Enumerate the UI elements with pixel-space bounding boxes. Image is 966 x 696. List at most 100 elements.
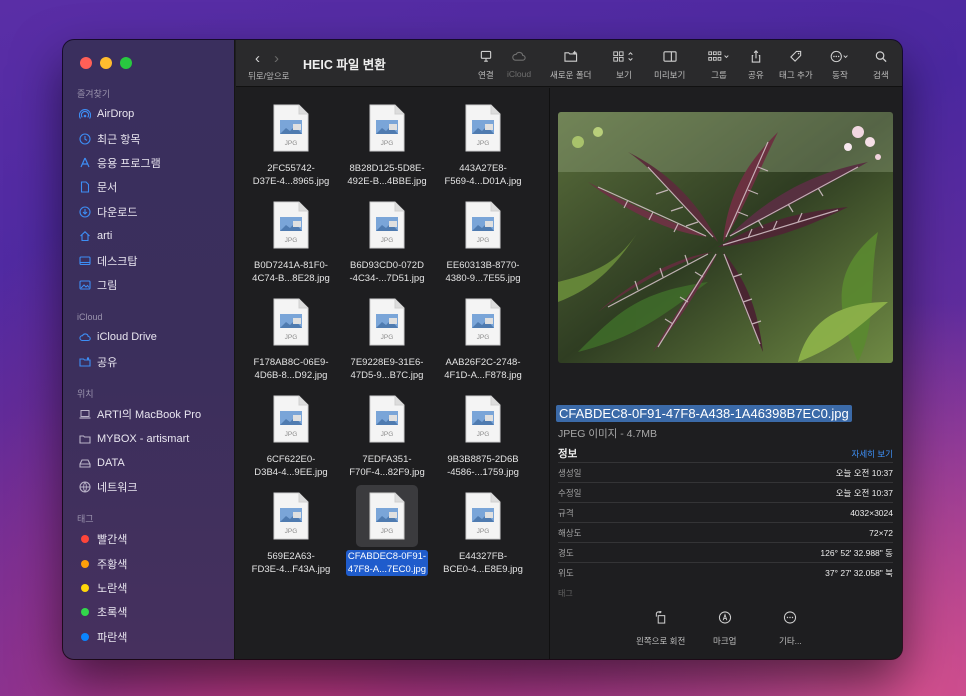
markup-button[interactable]: 마크업 — [713, 611, 736, 647]
file-item[interactable]: JPG EE60313B-8770- 4380-9...7E55.jpg — [435, 194, 531, 285]
network-icon — [79, 481, 91, 493]
info-row-created: 생성일 오늘 오전 10:37 — [558, 462, 893, 482]
back-arrow-icon[interactable]: ‹ — [255, 50, 260, 67]
file-item[interactable]: JPG 7EDFA351- F70F-4...82F9.jpg — [339, 388, 435, 479]
preview-pane-button[interactable]: 미리보기 — [654, 48, 685, 81]
sidebar-item-tag-green[interactable]: 초록색 — [63, 600, 235, 624]
file-name-line2: FD3E-4...F43A.jpg — [251, 564, 331, 575]
file-name: 8B28D125-5D8E- 492E-B...4BBE.jpg — [347, 162, 426, 188]
sidebar-item-downloads[interactable]: 다운로드 — [63, 200, 235, 224]
file-thumbnail: JPG — [260, 97, 322, 159]
pictures-icon — [79, 279, 91, 291]
sidebar-item-network[interactable]: 네트워크 — [63, 475, 235, 499]
preview-filename[interactable]: CFABDEC8-0F91-47F8-A438-1A46398B7EC0.jpg — [556, 405, 852, 422]
sidebar-item-shared[interactable]: 공유 — [63, 349, 235, 373]
sidebar-item-icloud-drive[interactable]: iCloud Drive — [63, 325, 235, 349]
share-button[interactable]: 공유 — [748, 48, 764, 81]
new-folder-button[interactable]: 새로운 폴더 — [550, 48, 591, 81]
jpg-file-icon: JPG — [272, 104, 310, 152]
forward-arrow-icon[interactable]: › — [274, 50, 279, 67]
tag-red-dot-wrap — [79, 533, 91, 545]
sidebar-item-label: 문서 — [97, 182, 118, 195]
group-button[interactable]: 그룹 — [707, 48, 731, 81]
info-value: 오늘 오전 10:37 — [835, 467, 893, 478]
info-value: 4032×3024 — [850, 507, 893, 518]
tag-yellow-dot-wrap — [79, 582, 91, 594]
file-item[interactable]: JPG AAB26F2C-2748- 4F1D-A...F878.jpg — [435, 291, 531, 382]
toolbar-label: 보기 — [616, 70, 632, 80]
sidebar-item-tag-orange[interactable]: 주황색 — [63, 551, 235, 575]
preview-pane-icon — [662, 48, 678, 64]
file-name-line1: 2FC55742- — [267, 163, 315, 174]
action-label: 마크업 — [713, 636, 737, 646]
sidebar-item-mybox[interactable]: MYBOX - artismart — [63, 426, 235, 450]
jpg-file-icon: JPG — [368, 395, 406, 443]
sidebar-item-recents[interactable]: 최근 항목 — [63, 126, 235, 150]
action-button[interactable]: 동작 — [829, 48, 851, 81]
toolbar-label: 동작 — [832, 70, 848, 80]
monitor-icon — [479, 48, 493, 64]
add-tag-button[interactable]: 태그 추가 — [779, 48, 813, 81]
file-item[interactable]: JPG B0D7241A-81F0- 4C74-B...8E28.jpg — [243, 194, 339, 285]
file-type-label: JPG — [477, 334, 490, 341]
file-name: EE60313B-8770- 4380-9...7E55.jpg — [445, 259, 520, 285]
file-item[interactable]: JPG 569E2A63- FD3E-4...F43A.jpg — [243, 485, 339, 576]
file-item[interactable]: JPG E44327FB- BCE0-4...E8E9.jpg — [435, 485, 531, 576]
file-type-label: JPG — [381, 431, 394, 438]
file-item[interactable]: JPG 8B28D125-5D8E- 492E-B...4BBE.jpg — [339, 97, 435, 188]
laptop-icon — [79, 408, 91, 420]
action-label: 왼쪽으로 회전 — [636, 636, 686, 646]
sidebar-item-home[interactable]: arti — [63, 224, 235, 248]
sidebar-item-label: 응용 프로그램 — [97, 157, 161, 170]
info-row-latitude: 위도 37° 27' 32.058" 북 — [558, 562, 893, 582]
sidebar-item-tag-blue[interactable]: 파란색 — [63, 625, 235, 649]
sidebar-item-documents[interactable]: 문서 — [63, 175, 235, 199]
sidebar-item-applications[interactable]: 응용 프로그램 — [63, 151, 235, 175]
sidebar-item-tag-red[interactable]: 빨간색 — [63, 527, 235, 551]
file-item[interactable]: JPG F178AB8C-06E9- 4D6B-8...D92.jpg — [243, 291, 339, 382]
view-button[interactable]: 보기 — [612, 48, 636, 81]
file-item[interactable]: JPG 2FC55742- D37E-4...8965.jpg — [243, 97, 339, 188]
more-actions-button[interactable]: 기타... — [779, 611, 802, 647]
file-type-label: JPG — [285, 334, 298, 341]
file-item[interactable]: JPG B6D93CD0-072D -4C34-...7D51.jpg — [339, 194, 435, 285]
file-item[interactable]: JPG 9B3B8875-2D6B -4586-...1759.jpg — [435, 388, 531, 479]
sidebar-item-pictures[interactable]: 그림 — [63, 273, 235, 297]
file-item[interactable]: JPG 7E9228E9-31E6- 47D5-9...B7C.jpg — [339, 291, 435, 382]
sidebar-item-data[interactable]: DATA — [63, 451, 235, 475]
rotate-left-button[interactable]: 왼쪽으로 회전 — [636, 610, 686, 647]
action-icon — [829, 48, 851, 64]
close-button[interactable] — [80, 57, 92, 69]
group-icon — [707, 48, 731, 64]
file-type-label: JPG — [285, 431, 298, 438]
minimize-button[interactable] — [100, 57, 112, 69]
file-name-line2: D37E-4...8965.jpg — [252, 176, 330, 187]
file-item[interactable]: JPG CFABDEC8-0F91- 47F8-A...7EC0.jpg — [339, 485, 435, 576]
sidebar-item-label: 네트워크 — [97, 482, 138, 495]
file-item[interactable]: JPG 6CF622E0- D3B4-4...9EE.jpg — [243, 388, 339, 479]
icloud-button[interactable]: iCloud — [507, 48, 531, 79]
file-name-line1: EE60313B-8770- — [446, 260, 520, 271]
file-item[interactable]: JPG 443A27E8- F569-4...D01A.jpg — [435, 97, 531, 188]
sidebar-item-label: 그림 — [97, 279, 118, 292]
file-name-line2: -4586-...1759.jpg — [447, 467, 519, 478]
folder-icon — [79, 433, 91, 445]
sidebar-item-desktop[interactable]: 데스크탑 — [63, 248, 235, 272]
file-name-line1: CFABDEC8-0F91- — [347, 551, 427, 562]
file-thumbnail: JPG — [356, 485, 418, 547]
search-button[interactable]: 검색 — [873, 48, 889, 81]
preview-actions: 왼쪽으로 회전 마크업 기타... — [550, 598, 902, 646]
jpg-file-icon: JPG — [272, 201, 310, 249]
file-name-line2: F70F-4...82F9.jpg — [349, 467, 425, 478]
sidebar-item-macbook[interactable]: ARTI의 MacBook Pro — [63, 402, 235, 426]
sidebar-item-tag-yellow[interactable]: 노란색 — [63, 576, 235, 600]
file-thumbnail: JPG — [260, 291, 322, 353]
connect-button[interactable]: 연결 — [478, 48, 494, 81]
zoom-button[interactable] — [120, 57, 132, 69]
file-type-label: JPG — [381, 528, 394, 535]
file-type-label: JPG — [477, 237, 490, 244]
jpg-file-icon: JPG — [464, 395, 502, 443]
sidebar-item-airdrop[interactable]: AirDrop — [63, 102, 235, 126]
show-more-link[interactable]: 자세히 보기 — [852, 448, 893, 460]
toolbar-label: iCloud — [507, 69, 532, 79]
